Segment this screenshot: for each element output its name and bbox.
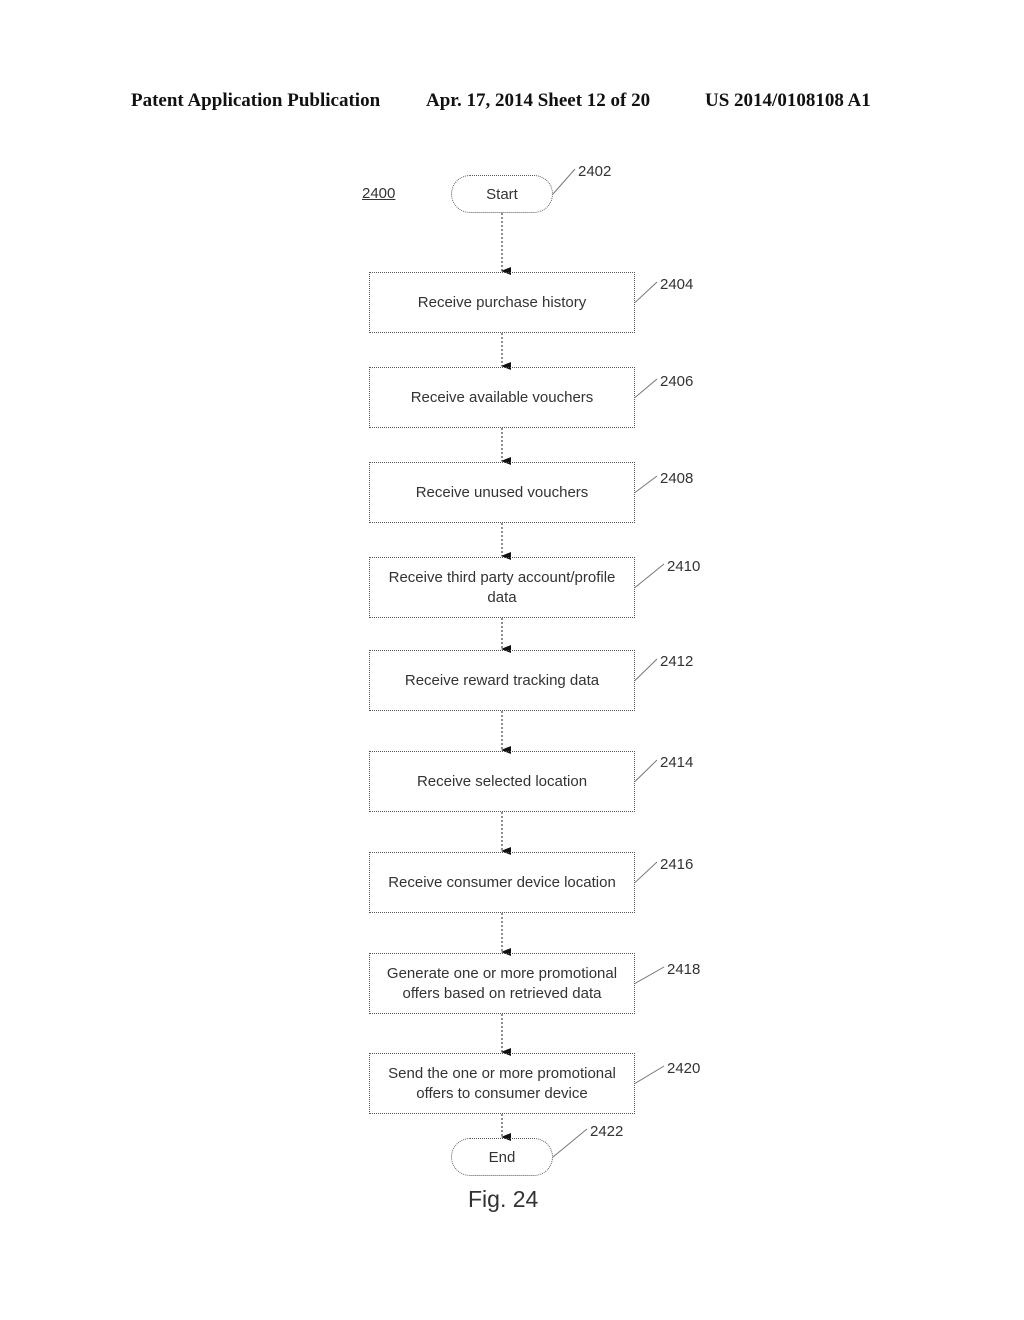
step-2404: Receive purchase history bbox=[369, 272, 635, 333]
leader-line bbox=[634, 563, 665, 588]
ref-end: 2422 bbox=[590, 1123, 624, 1140]
leader-line bbox=[634, 281, 658, 303]
ref-2414: 2414 bbox=[660, 754, 694, 771]
leader-line bbox=[634, 861, 658, 883]
step-2414: Receive selected location bbox=[369, 751, 635, 812]
leader-line bbox=[634, 1065, 665, 1084]
step-2410: Receive third party account/profile data bbox=[369, 557, 635, 618]
step-2412: Receive reward tracking data bbox=[369, 650, 635, 711]
end-terminal: End bbox=[451, 1138, 553, 1176]
leader-line bbox=[634, 658, 658, 681]
ref-start: 2402 bbox=[578, 163, 612, 180]
ref-2412: 2412 bbox=[660, 653, 694, 670]
ref-2410: 2410 bbox=[667, 558, 701, 575]
leader-line bbox=[552, 1128, 588, 1158]
step-2416: Receive consumer device location bbox=[369, 852, 635, 913]
leader-line bbox=[552, 168, 576, 195]
figure-caption: Fig. 24 bbox=[468, 1186, 539, 1212]
ref-2418: 2418 bbox=[667, 961, 701, 978]
step-2420: Send the one or more promotional offers … bbox=[369, 1053, 635, 1114]
step-2406: Receive available vouchers bbox=[369, 367, 635, 428]
ref-2416: 2416 bbox=[660, 856, 694, 873]
ref-2406: 2406 bbox=[660, 373, 694, 390]
ref-2408: 2408 bbox=[660, 470, 694, 487]
start-terminal: Start bbox=[451, 175, 553, 213]
ref-2420: 2420 bbox=[667, 1060, 701, 1077]
step-2418: Generate one or more promotional offers … bbox=[369, 953, 635, 1014]
leader-line bbox=[634, 966, 665, 984]
leader-line bbox=[634, 759, 658, 782]
step-2408: Receive unused vouchers bbox=[369, 462, 635, 523]
leader-line bbox=[634, 475, 658, 493]
ref-2404: 2404 bbox=[660, 276, 694, 293]
leader-line bbox=[634, 378, 658, 398]
